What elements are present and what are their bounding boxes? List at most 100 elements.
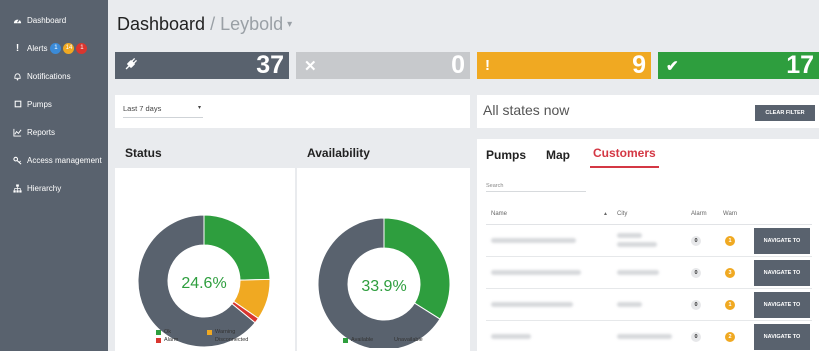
column-header-name[interactable]: Name (491, 211, 507, 217)
alerts-alarm-badge: 1 (76, 42, 88, 54)
sort-asc-icon[interactable]: ▲ (603, 211, 608, 217)
legend-disconnected: Disconnected (207, 337, 248, 343)
alerts-info-badge: 1 (50, 42, 62, 54)
stat-value: 37 (256, 51, 284, 79)
warn-count: 1 (725, 300, 735, 310)
time-range-value: Last 7 days (123, 104, 162, 113)
table-header: Name ▲ City Alarm Warn (486, 205, 812, 225)
dashboard-icon (12, 16, 23, 25)
legend-alarm: Alarm (156, 337, 178, 343)
search-input[interactable]: Search (486, 183, 586, 192)
panel-title: Status (115, 139, 295, 168)
sidebar: Dashboard ! Alerts 1 14 1 Notifications … (0, 0, 108, 351)
status-donut-chart: 24.6% (137, 214, 271, 348)
navigate-to-button[interactable]: NAVIGATE TO (754, 292, 810, 318)
legend-unavailable: Unavailable (386, 337, 423, 343)
redacted-city (617, 302, 642, 307)
sidebar-item-label: Hierarchy (27, 183, 62, 193)
table-row[interactable]: 0 2 NAVIGATE TO (486, 321, 812, 351)
sidebar-item-label: Alerts (27, 43, 48, 53)
redacted-name (491, 238, 576, 243)
column-header-city[interactable]: City (617, 211, 627, 217)
availability-panel: Availability 33.9% Available Unavailable (297, 139, 470, 351)
sidebar-item-access-management[interactable]: Access management (0, 146, 108, 174)
redacted-city (617, 233, 642, 238)
stat-connected[interactable]: 37 (115, 51, 289, 79)
chevron-down-icon: ▾ (197, 105, 201, 111)
redacted-city (617, 242, 657, 247)
alarm-count: 0 (691, 332, 701, 342)
sidebar-item-reports[interactable]: Reports (0, 118, 108, 146)
sidebar-item-notifications[interactable]: Notifications (0, 62, 108, 90)
tab-bar: Pumps Map Customers (477, 139, 819, 168)
customers-panel: Pumps Map Customers Search Name ▲ City A… (477, 139, 819, 351)
alarm-count: 0 (691, 268, 701, 278)
navigate-to-button[interactable]: NAVIGATE TO (754, 260, 810, 286)
status-panel: Status 24.6% Ok Warning Alarm Disconnect… (115, 139, 295, 351)
legend-ok: Ok (156, 329, 171, 335)
tab-map[interactable]: Map (546, 148, 570, 168)
warn-count: 2 (725, 332, 735, 342)
states-panel: All states now CLEAR FILTER (477, 95, 819, 128)
bell-icon (12, 72, 23, 81)
sidebar-item-label: Pumps (27, 99, 52, 109)
organization-selector[interactable]: Leybold (220, 14, 283, 35)
stat-value: 9 (632, 51, 646, 79)
sidebar-item-label: Reports (27, 127, 56, 137)
redacted-city (617, 270, 659, 275)
chevron-down-icon[interactable]: ▾ (287, 19, 292, 30)
x-icon: ✕ (304, 57, 317, 75)
sidebar-item-pumps[interactable]: Pumps (0, 90, 108, 118)
sidebar-item-label: Notifications (27, 71, 71, 81)
availability-donut-chart: 33.9% (317, 217, 451, 351)
sidebar-item-label: Dashboard (27, 15, 67, 25)
redacted-city (617, 334, 672, 339)
page-header: Dashboard / Leybold ▾ (108, 0, 819, 48)
stat-disconnected[interactable]: ✕ 0 (296, 51, 470, 79)
table-row[interactable]: 0 1 NAVIGATE TO (486, 289, 812, 321)
navigate-to-button[interactable]: NAVIGATE TO (754, 324, 810, 350)
states-title: All states now (483, 102, 570, 118)
sidebar-item-alerts[interactable]: ! Alerts 1 14 1 (0, 34, 108, 62)
tab-customers[interactable]: Customers (590, 146, 659, 168)
filter-panel: Last 7 days ▾ (115, 95, 470, 128)
alerts-warning-badge: 14 (63, 42, 75, 54)
column-header-warn[interactable]: Warn (723, 211, 737, 217)
status-center-label: 24.6% (181, 275, 226, 292)
clear-filter-button[interactable]: CLEAR FILTER (755, 105, 815, 121)
time-range-select[interactable]: Last 7 days ▾ (123, 104, 203, 118)
tab-pumps[interactable]: Pumps (486, 148, 526, 168)
column-header-alarm[interactable]: Alarm (691, 211, 707, 217)
sidebar-item-hierarchy[interactable]: Hierarchy (0, 174, 108, 202)
exclamation-icon: ! (15, 42, 20, 54)
page-title: Dashboard (117, 13, 206, 34)
table-row[interactable]: 0 1 NAVIGATE TO (486, 225, 812, 257)
plug-icon (123, 56, 139, 76)
panel-title: Availability (297, 139, 470, 168)
alarm-count: 0 (691, 300, 701, 310)
sidebar-item-label: Access management (27, 155, 102, 165)
redacted-name (491, 302, 573, 307)
warn-count: 1 (725, 236, 735, 246)
stat-ok[interactable]: ✔ 17 (658, 51, 819, 79)
stat-value: 0 (451, 51, 465, 79)
alarm-count: 0 (691, 236, 701, 246)
stat-value: 17 (786, 51, 814, 79)
donut-slice-ok[interactable] (203, 214, 271, 281)
redacted-name (491, 334, 531, 339)
check-icon: ✔ (666, 57, 679, 75)
redacted-name (491, 270, 581, 275)
stat-warnings[interactable]: ! 9 (477, 51, 651, 79)
breadcrumb-separator: / (210, 13, 216, 34)
warn-count: 3 (725, 268, 735, 278)
sidebar-item-dashboard[interactable]: Dashboard (0, 6, 108, 34)
sitemap-icon (12, 183, 23, 193)
navigate-to-button[interactable]: NAVIGATE TO (754, 228, 810, 254)
legend-available: Available (343, 337, 373, 343)
availability-center-label: 33.9% (361, 278, 406, 295)
table-row[interactable]: 0 3 NAVIGATE TO (486, 257, 812, 289)
donut-slice-available[interactable] (383, 217, 451, 320)
legend-warning: Warning (207, 329, 235, 335)
exclamation-icon: ! (485, 57, 490, 74)
chart-line-icon (12, 128, 23, 137)
